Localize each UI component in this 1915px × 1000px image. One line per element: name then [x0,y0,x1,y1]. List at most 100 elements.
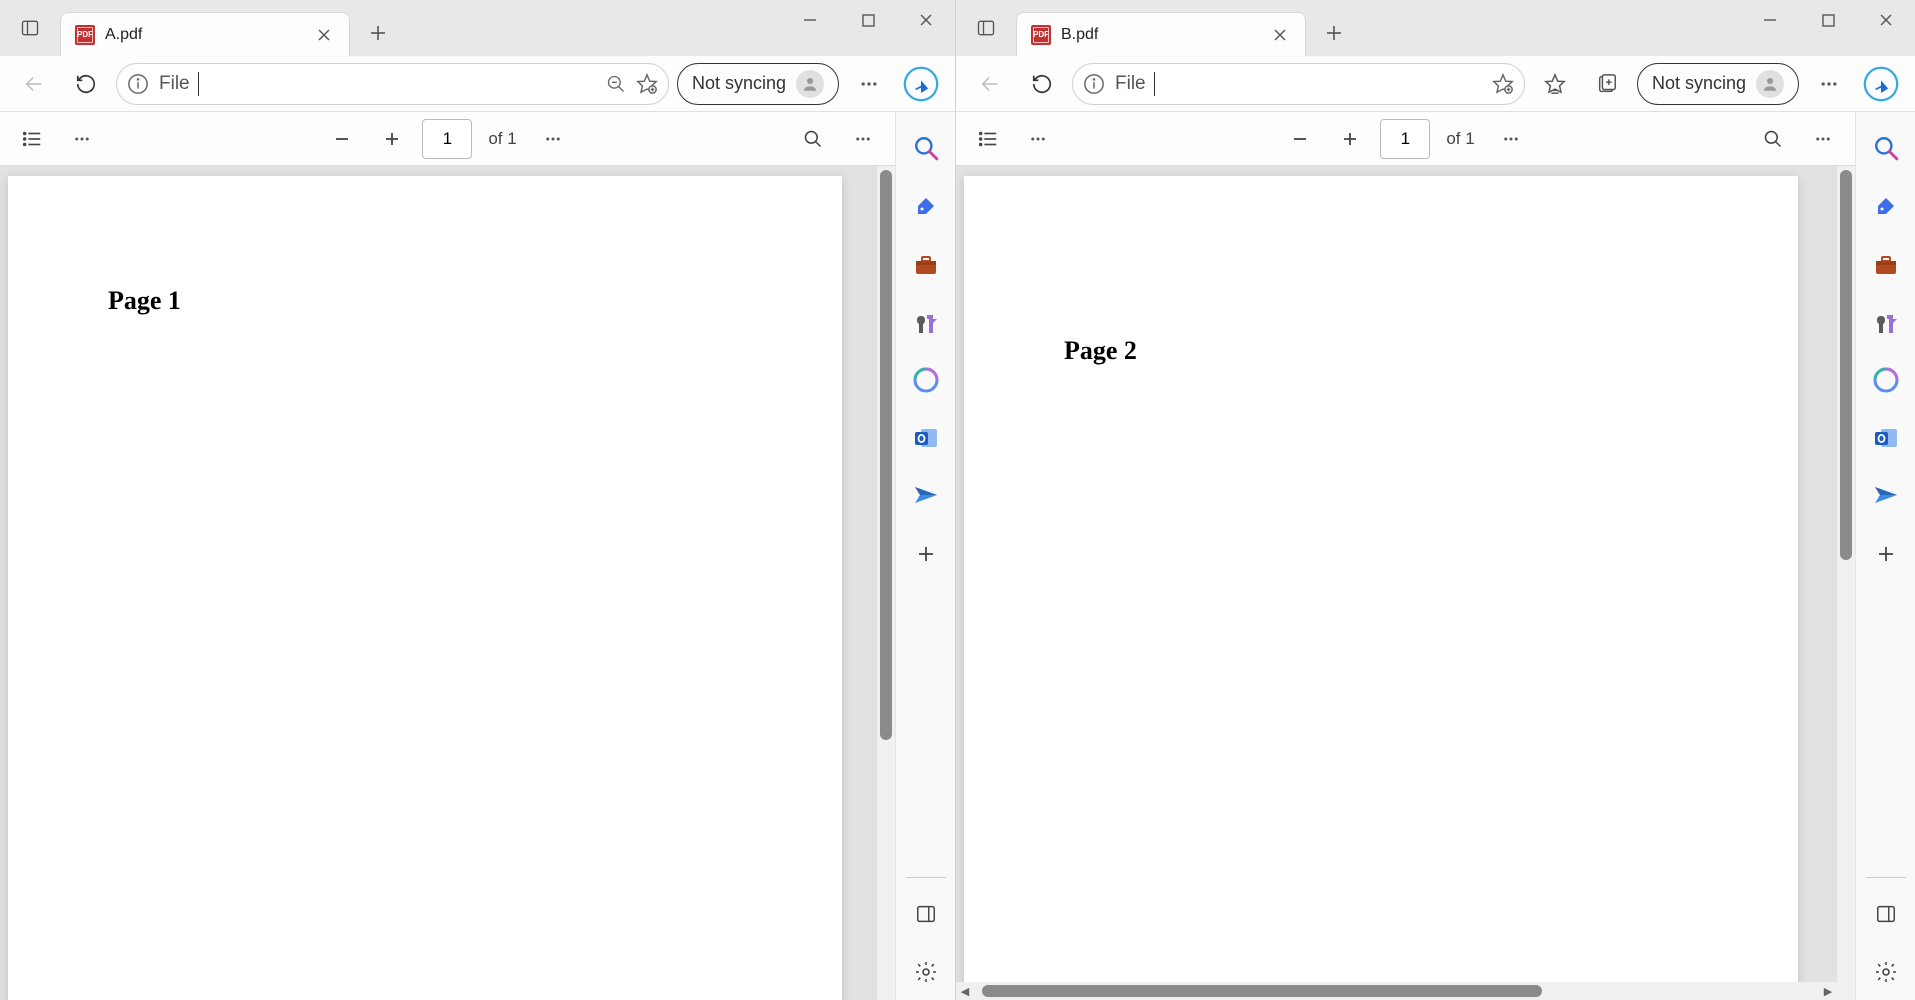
sidebar-hide-button[interactable] [1860,886,1912,942]
sync-label: Not syncing [1652,73,1746,94]
zoom-in-button[interactable] [372,119,412,159]
table-of-contents-button[interactable] [968,119,1008,159]
more-menu-button[interactable] [847,62,891,106]
horizontal-scrollbar[interactable]: ◀ ▶ [956,982,1837,1000]
sidebar-add-button[interactable] [1860,526,1912,582]
maximize-button[interactable] [1799,0,1857,40]
sync-label: Not syncing [692,73,786,94]
pdf-file-icon: PDF [75,25,95,45]
tab-title: B.pdf [1061,26,1259,44]
sidebar-send-icon[interactable] [1860,468,1912,524]
pdf-toolbar-more-left[interactable] [1018,119,1058,159]
page-number-input[interactable] [1380,119,1430,159]
sidebar-search-icon[interactable] [900,120,952,176]
sidebar-games-icon[interactable] [1860,294,1912,350]
profile-avatar-icon [796,70,824,98]
close-tab-button[interactable] [313,24,335,46]
profile-sync-button[interactable]: Not syncing [677,63,839,105]
sidebar-tools-icon[interactable] [1860,236,1912,292]
titlebar: PDF B.pdf [956,0,1915,56]
pdf-viewer: of 1 Page 2 ◀ [956,112,1855,1000]
sidebar-settings-button[interactable] [900,944,952,1000]
sidebar-outlook-icon[interactable] [900,410,952,466]
page-number-input[interactable] [422,119,472,159]
pdf-toolbar-more-right[interactable] [1803,119,1843,159]
pdf-canvas[interactable]: Page 1 [0,166,895,1000]
table-of-contents-button[interactable] [12,119,52,159]
profile-sync-button[interactable]: Not syncing [1637,63,1799,105]
pdf-page-text: Page 2 [1064,336,1698,366]
sidebar-games-icon[interactable] [900,294,952,350]
tab-actions-button[interactable] [0,18,60,38]
new-tab-button[interactable] [1314,13,1354,53]
site-info-icon[interactable] [1083,73,1105,95]
collections-button[interactable] [1585,62,1629,106]
browser-window-left: PDF A.pdf File [0,0,956,1000]
minimize-button[interactable] [781,0,839,40]
address-bar[interactable]: File [116,63,669,105]
zoom-out-button[interactable] [1280,119,1320,159]
sidebar-office-icon[interactable] [1860,352,1912,408]
site-info-icon[interactable] [127,73,149,95]
favorite-icon[interactable] [1492,73,1514,95]
close-window-button[interactable] [1857,0,1915,40]
window-controls [781,0,955,40]
pdf-toolbar: of 1 [956,112,1855,166]
page-view-more-button[interactable] [533,119,573,159]
refresh-button[interactable] [1020,62,1064,106]
new-tab-button[interactable] [358,13,398,53]
pdf-page: Page 2 [964,176,1798,1000]
bing-discover-button[interactable] [1859,62,1903,106]
find-button[interactable] [1753,119,1793,159]
maximize-button[interactable] [839,0,897,40]
favorites-button[interactable] [1533,62,1577,106]
sidebar-divider [906,877,946,878]
vertical-scrollbar[interactable] [1837,166,1855,1000]
sidebar-divider [1866,877,1906,878]
pdf-toolbar-more-left[interactable] [62,119,102,159]
pdf-toolbar: of 1 [0,112,895,166]
vertical-scrollbar-thumb[interactable] [880,170,892,740]
zoom-out-button[interactable] [322,119,362,159]
page-view-more-button[interactable] [1491,119,1531,159]
scroll-left-arrow[interactable]: ◀ [956,982,974,1000]
close-tab-button[interactable] [1269,24,1291,46]
edge-sidebar [895,112,955,1000]
sidebar-outlook-icon[interactable] [1860,410,1912,466]
pdf-file-icon: PDF [1031,25,1051,45]
pdf-canvas[interactable]: Page 2 ◀ ▶ [956,166,1855,1000]
navbar: File Not syncing [0,56,955,112]
zoom-in-button[interactable] [1330,119,1370,159]
sidebar-shopping-icon[interactable] [900,178,952,234]
close-window-button[interactable] [897,0,955,40]
refresh-button[interactable] [64,62,108,106]
scroll-right-arrow[interactable]: ▶ [1819,982,1837,1000]
content-row: of 1 Page 2 ◀ [956,112,1915,1000]
browser-tab[interactable]: PDF B.pdf [1016,12,1306,56]
favorite-icon[interactable] [636,73,658,95]
sidebar-settings-button[interactable] [1860,944,1912,1000]
pdf-toolbar-more-right[interactable] [843,119,883,159]
sidebar-add-button[interactable] [900,526,952,582]
find-button[interactable] [793,119,833,159]
back-button[interactable] [12,62,56,106]
minimize-button[interactable] [1741,0,1799,40]
zoom-icon[interactable] [606,74,626,94]
sidebar-send-icon[interactable] [900,468,952,524]
sidebar-tools-icon[interactable] [900,236,952,292]
sidebar-shopping-icon[interactable] [1860,178,1912,234]
tab-actions-button[interactable] [956,18,1016,38]
vertical-scrollbar[interactable] [877,166,895,1000]
sidebar-hide-button[interactable] [900,886,952,942]
sidebar-search-icon[interactable] [1860,120,1912,176]
address-bar[interactable]: File [1072,63,1525,105]
bing-discover-button[interactable] [899,62,943,106]
more-menu-button[interactable] [1807,62,1851,106]
back-button[interactable] [968,62,1012,106]
pdf-page: Page 1 [8,176,842,1000]
horizontal-scrollbar-thumb[interactable] [982,985,1542,997]
content-row: of 1 Page 1 [0,112,955,1000]
browser-tab[interactable]: PDF A.pdf [60,12,350,56]
vertical-scrollbar-thumb[interactable] [1840,170,1852,560]
sidebar-office-icon[interactable] [900,352,952,408]
